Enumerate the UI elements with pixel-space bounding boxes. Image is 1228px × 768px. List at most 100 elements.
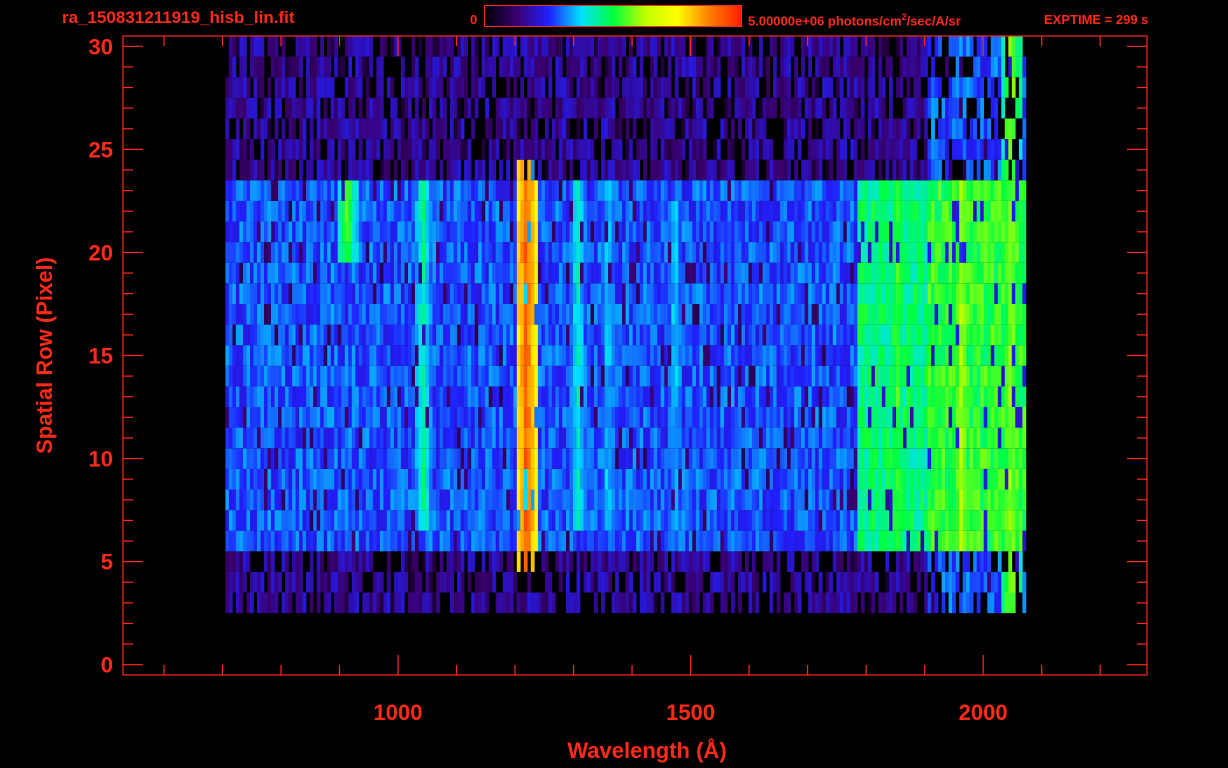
heatmap-cell xyxy=(952,365,956,387)
heatmap-cell xyxy=(393,180,398,201)
heatmap-cell xyxy=(516,510,521,531)
heatmap-cell xyxy=(695,386,700,407)
heatmap-cell xyxy=(320,510,324,531)
heatmap-cell xyxy=(446,242,451,263)
heatmap-cell xyxy=(741,427,746,449)
heatmap-cell xyxy=(615,427,619,449)
heatmap-cell xyxy=(762,571,767,593)
heatmap-cell xyxy=(927,304,932,325)
heatmap-cell xyxy=(738,571,742,593)
heatmap-cell xyxy=(583,242,588,263)
heatmap-cell xyxy=(450,571,454,593)
heatmap-cell xyxy=(358,427,363,449)
heatmap-cell xyxy=(632,427,637,449)
heatmap-cell xyxy=(502,386,507,407)
heatmap-cell xyxy=(601,242,605,263)
heatmap-cell xyxy=(994,139,999,160)
heatmap-cell xyxy=(232,427,237,449)
heatmap-cell xyxy=(804,345,809,366)
heatmap-cell xyxy=(990,324,995,346)
heatmap-cell xyxy=(295,468,300,490)
heatmap-cell xyxy=(653,242,658,263)
heatmap-cell xyxy=(667,407,672,428)
heatmap-cell xyxy=(622,427,626,449)
heatmap-cell xyxy=(731,242,735,263)
heatmap-cell xyxy=(250,489,254,511)
heatmap-cell xyxy=(801,324,805,346)
heatmap-cell xyxy=(457,200,461,222)
heatmap-cell xyxy=(681,510,686,531)
heatmap-cell xyxy=(636,407,640,428)
heatmap-cell xyxy=(864,386,869,407)
heatmap-cell xyxy=(544,345,549,366)
heatmap-cell xyxy=(699,304,704,325)
heatmap-cell xyxy=(650,468,654,490)
heatmap-cell xyxy=(439,283,444,304)
heatmap-cell xyxy=(327,571,331,593)
heatmap-cell xyxy=(383,283,388,304)
heatmap-cell xyxy=(843,242,848,263)
heatmap-cell xyxy=(555,489,560,511)
heatmap-cell xyxy=(464,489,468,511)
heatmap-cell xyxy=(348,427,353,449)
heatmap-cell xyxy=(597,386,602,407)
heatmap-cell xyxy=(955,139,960,160)
heatmap-cell xyxy=(843,407,848,428)
heatmap-cell xyxy=(372,448,377,469)
heatmap-cell xyxy=(716,510,721,531)
heatmap-cell xyxy=(997,304,1002,325)
heatmap-cell xyxy=(555,159,560,181)
heatmap-cell xyxy=(667,448,672,469)
heatmap-cell xyxy=(541,407,546,428)
heatmap-cell xyxy=(825,365,830,387)
heatmap-cell xyxy=(709,262,714,284)
heatmap-cell xyxy=(723,571,728,593)
heatmap-cell xyxy=(664,468,669,490)
heatmap-cell xyxy=(910,221,914,243)
heatmap-cell xyxy=(629,448,633,469)
heatmap-cell xyxy=(257,242,261,263)
heatmap-cell xyxy=(264,324,268,346)
heatmap-cell xyxy=(685,592,690,614)
heatmap-cell xyxy=(636,510,640,531)
heatmap-cell xyxy=(864,345,869,366)
heatmap-cell xyxy=(594,468,598,490)
heatmap-cell xyxy=(723,510,728,531)
heatmap-cell xyxy=(527,510,532,531)
heatmap-cell xyxy=(709,448,714,469)
heatmap-cell xyxy=(316,365,321,387)
heatmap-cell xyxy=(752,283,756,304)
heatmap-cell xyxy=(867,427,872,449)
heatmap-cell xyxy=(952,180,956,201)
heatmap-cell xyxy=(889,345,893,366)
heatmap-cell xyxy=(1004,262,1009,284)
heatmap-cell xyxy=(400,407,405,428)
heatmap-cell xyxy=(1018,221,1023,243)
heatmap-cell xyxy=(748,283,753,304)
heatmap-cell xyxy=(267,530,272,552)
heatmap-cell xyxy=(650,324,654,346)
heatmap-cell xyxy=(355,365,360,387)
heatmap-cell xyxy=(959,448,963,469)
heatmap-cell xyxy=(569,468,574,490)
heatmap-cell xyxy=(681,324,686,346)
heatmap-cell xyxy=(892,530,897,552)
heatmap-cell xyxy=(246,510,251,531)
heatmap-cell xyxy=(330,304,335,325)
heatmap-cell xyxy=(632,159,637,181)
heatmap-cell xyxy=(608,180,612,201)
heatmap-cell xyxy=(292,551,296,572)
heatmap-cell xyxy=(860,468,865,490)
heatmap-cell xyxy=(295,324,300,346)
heatmap-cell xyxy=(938,468,942,490)
heatmap-cell xyxy=(839,159,844,181)
heatmap-cell xyxy=(780,324,784,346)
heatmap-cell xyxy=(846,283,851,304)
heatmap-cell xyxy=(990,304,995,325)
heatmap-cell xyxy=(671,448,676,469)
heatmap-cell xyxy=(938,510,942,531)
heatmap-cell xyxy=(622,407,626,428)
heatmap-cell xyxy=(551,489,556,511)
heatmap-cell xyxy=(716,139,721,160)
heatmap-cell xyxy=(766,262,770,284)
